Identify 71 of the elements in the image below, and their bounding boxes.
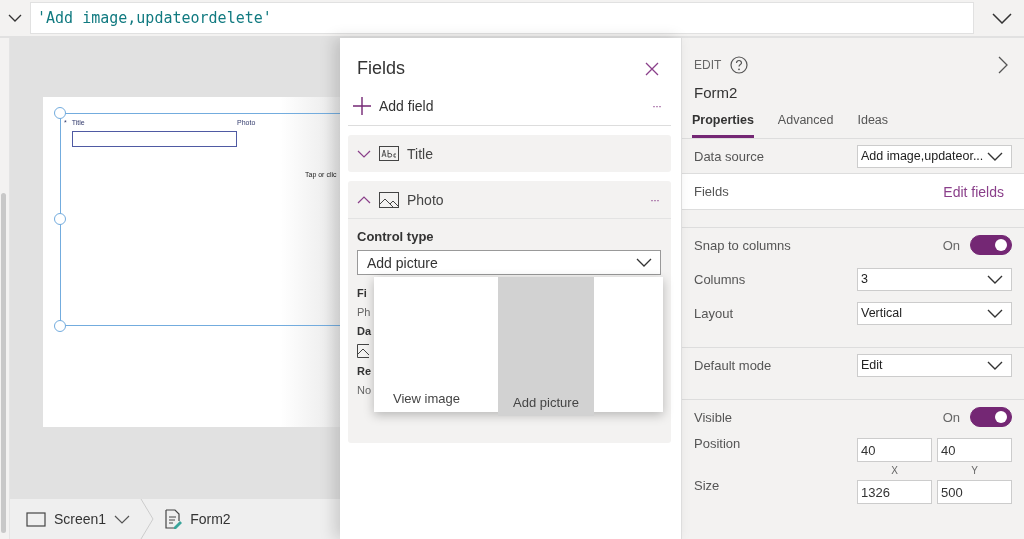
toggle-switch[interactable] [970, 235, 1012, 255]
more-button[interactable]: ··· [650, 192, 659, 207]
tab[interactable]: Ideas [857, 113, 889, 138]
control-name: Form2 [693, 83, 739, 101]
image-icon [379, 191, 399, 208]
close-icon[interactable] [645, 61, 659, 76]
tab[interactable]: Advanced [777, 113, 834, 138]
field-label: Ph [357, 306, 371, 318]
field-label: Da [357, 325, 372, 337]
chevron-down-icon[interactable] [992, 12, 1012, 24]
field-label: Re [357, 365, 372, 377]
add-field-button[interactable]: Add field [353, 97, 434, 115]
breadcrumb-item[interactable]: Screen1 [26, 511, 131, 527]
plus-icon [353, 97, 371, 115]
property-dropdown[interactable]: Vertical [857, 301, 1012, 325]
chevron-down-icon [987, 360, 1003, 370]
resize-handle[interactable] [54, 320, 66, 332]
property-label: Snap to columns [694, 237, 791, 253]
property-dropdown[interactable]: Edit [857, 353, 1012, 377]
resize-handle[interactable] [54, 213, 66, 225]
property-label: Visible [694, 409, 733, 425]
property-label: Data source [694, 148, 765, 164]
number-field[interactable]: 500 [937, 480, 1012, 504]
screen-icon [26, 511, 46, 527]
chevron-down-icon [987, 274, 1003, 284]
image-icon [357, 344, 369, 358]
number-field[interactable]: 1326 [857, 480, 932, 504]
breadcrumb-item[interactable]: Form2 [164, 509, 231, 529]
field-header[interactable]: Title [348, 135, 671, 172]
property-label: Position [694, 436, 741, 451]
more-button[interactable]: ··· [652, 99, 661, 113]
axis-caption: X [891, 465, 898, 476]
chevron-down-icon [987, 151, 1003, 161]
field-label: No [357, 384, 372, 396]
field-label: Control type [357, 229, 435, 244]
toggle-state: On [942, 409, 960, 425]
field-header[interactable]: Photo ··· [348, 181, 671, 219]
chevron-icon [357, 195, 371, 204]
tab[interactable]: Properties [692, 113, 754, 138]
property-label: Size [694, 478, 720, 493]
control-type-dropdown[interactable]: Add picture [357, 250, 661, 275]
property-label: Layout [694, 305, 734, 321]
chevron-down-icon [636, 258, 652, 267]
text-field-icon [379, 146, 399, 161]
dropdown-option[interactable]: View image [393, 277, 478, 412]
property-dropdown[interactable]: 3 [857, 267, 1012, 291]
breadcrumb-separator [140, 499, 155, 539]
formula-field[interactable]: 'Add image,updateordelete' [30, 2, 974, 34]
text-input[interactable] [72, 131, 237, 147]
field-label: Fi [357, 287, 367, 299]
chevron-icon [357, 149, 371, 158]
number-field[interactable]: 40 [937, 438, 1012, 462]
property-label: Fields [694, 184, 729, 199]
chevron-down-icon[interactable] [8, 14, 22, 22]
edit-fields-link[interactable]: Edit fields [943, 183, 1004, 200]
number-field[interactable]: 40 [857, 438, 932, 462]
chevron-down-icon [987, 308, 1003, 318]
property-label: Columns [694, 271, 746, 287]
property-label: Default mode [694, 357, 772, 373]
section-label: EDIT [694, 58, 722, 72]
chevron-right-icon[interactable] [998, 56, 1008, 74]
dropdown-option[interactable]: Add picture [498, 277, 594, 416]
property-dropdown[interactable]: Add image,updateor... [857, 144, 1012, 168]
chevron-down-icon [114, 514, 131, 524]
resize-handle[interactable] [54, 107, 66, 119]
toggle-switch[interactable] [970, 407, 1012, 427]
toggle-state: On [942, 237, 960, 253]
help-icon[interactable] [730, 56, 749, 74]
axis-caption: Y [971, 465, 978, 476]
form-icon [164, 509, 183, 529]
panel-title: Fields [357, 58, 405, 79]
